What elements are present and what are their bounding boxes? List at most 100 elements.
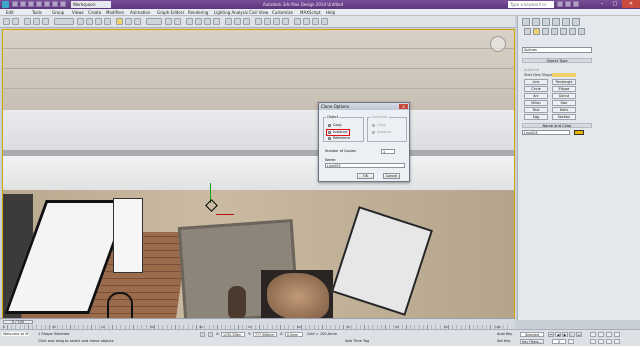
undo-tool-icon[interactable] [3, 18, 10, 25]
menu-animation[interactable]: Animation [130, 9, 150, 16]
window-crossing-icon[interactable] [104, 18, 111, 25]
menu-create[interactable]: Create [88, 9, 101, 16]
reference-radio[interactable] [328, 137, 331, 140]
ellipse-button[interactable]: Ellipse [552, 86, 576, 92]
app-logo-icon[interactable] [2, 1, 9, 8]
selection-filter-dropdown[interactable] [54, 18, 74, 25]
ngon-button[interactable]: NGon [524, 100, 548, 106]
menu-views[interactable]: Views [72, 9, 84, 16]
redo-tool-icon[interactable] [12, 18, 19, 25]
menu-group[interactable]: Group [52, 9, 64, 16]
menu-rendering[interactable]: Rendering [188, 9, 208, 16]
percent-snap-icon[interactable] [204, 18, 211, 25]
graphite-ribbon-icon[interactable] [264, 18, 271, 25]
clone-name-input[interactable]: Line003 [325, 163, 405, 168]
menu-maxscript[interactable]: MAXScript [300, 9, 321, 16]
time-config-icon[interactable] [568, 339, 574, 344]
modify-tab-icon[interactable] [532, 18, 540, 26]
viewcube-icon[interactable] [490, 36, 506, 52]
object-color-swatch[interactable] [574, 130, 584, 135]
zoom-extents-icon[interactable] [606, 332, 612, 337]
shapes-icon[interactable] [533, 28, 540, 35]
donut-button[interactable]: Donut [552, 93, 576, 99]
cancel-button[interactable]: Cancel [383, 173, 400, 179]
y-coordinate-field[interactable]: 777,906mm [253, 332, 277, 337]
star-button[interactable]: Star [552, 100, 576, 106]
menu-help[interactable]: Help [326, 9, 335, 16]
menu-civil-view[interactable]: Civil View [249, 9, 268, 16]
named-selection-icon[interactable] [225, 18, 232, 25]
systems-icon[interactable] [578, 28, 585, 35]
select-object-icon[interactable] [77, 18, 84, 25]
field-of-view-icon[interactable] [590, 339, 596, 344]
display-tab-icon[interactable] [562, 18, 570, 26]
go-to-end-icon[interactable]: ⏭ [576, 332, 582, 337]
rendered-frame-icon[interactable] [312, 18, 319, 25]
autogrid-checkbox[interactable]: AutoGrid [524, 68, 539, 72]
menu-tools[interactable]: Tools [32, 9, 42, 16]
subscription-icon[interactable] [565, 1, 571, 7]
copies-spinner[interactable]: 1 [381, 149, 395, 154]
text-button[interactable]: Text [524, 107, 548, 113]
menu-graph-editors[interactable]: Graph Editors [157, 9, 184, 16]
utilities-tab-icon[interactable] [572, 18, 580, 26]
auto-key-button[interactable]: Auto Key [497, 332, 521, 337]
copy-radio[interactable] [328, 124, 331, 127]
object-type-rollout[interactable]: Object Type [522, 58, 592, 63]
zoom-icon[interactable] [590, 332, 596, 337]
render-setup-icon[interactable] [303, 18, 310, 25]
menu-lighting-analysis[interactable]: Lighting Analysis [214, 9, 248, 16]
time-slider[interactable]: 0 / 100 [3, 320, 33, 324]
bind-spacewarp-icon[interactable] [42, 18, 49, 25]
menu-customize[interactable]: Customize [272, 9, 293, 16]
select-and-rotate-icon[interactable] [125, 18, 132, 25]
schematic-view-icon[interactable] [282, 18, 289, 25]
previous-frame-icon[interactable]: ◀ [555, 332, 561, 337]
go-to-start-icon[interactable]: ⏮ [548, 332, 554, 337]
hierarchy-tab-icon[interactable] [542, 18, 550, 26]
snaps-toggle-icon[interactable] [186, 18, 193, 25]
search-input[interactable]: Type a keyword or phrase [508, 1, 554, 14]
circle-button[interactable]: Circle [524, 86, 548, 92]
close-button[interactable]: ✕ [622, 0, 640, 8]
menu-edit[interactable]: Edit [6, 9, 14, 16]
line-button[interactable]: Line [524, 79, 548, 85]
render-production-icon[interactable] [321, 18, 328, 25]
workspace-dropdown[interactable]: Workspace: Default [71, 1, 111, 14]
add-time-tag[interactable]: Add Time Tag [345, 339, 369, 343]
absolute-mode-icon[interactable] [208, 332, 213, 337]
search-icon[interactable] [557, 1, 563, 7]
zoom-extents-all-icon[interactable] [614, 332, 620, 337]
dialog-close-button[interactable]: x [399, 104, 408, 109]
object-name-input[interactable]: Line003 [522, 130, 570, 135]
cameras-icon[interactable] [551, 28, 558, 35]
spacewarps-icon[interactable] [569, 28, 576, 35]
region-select-icon[interactable] [95, 18, 102, 25]
start-new-shape-checkbox[interactable]: Start New Shape [524, 73, 552, 77]
layer-manager-icon[interactable] [255, 18, 262, 25]
reference-coordinate-dropdown[interactable] [146, 18, 162, 25]
fetch-icon[interactable] [60, 1, 66, 7]
key-filters-button[interactable]: Key Filters... [520, 339, 544, 344]
egg-button[interactable]: Egg [524, 114, 548, 120]
maxscript-listener[interactable]: Welcome to M [2, 332, 30, 336]
mirror-icon[interactable] [234, 18, 241, 25]
rectangle-button[interactable]: Rectangle [552, 79, 576, 85]
manipulate-icon[interactable] [174, 18, 181, 25]
pan-icon[interactable] [598, 339, 604, 344]
unlink-icon[interactable] [33, 18, 40, 25]
create-tab-icon[interactable] [522, 18, 530, 26]
link-icon[interactable] [24, 18, 31, 25]
maximize-viewport-icon[interactable] [614, 339, 620, 344]
gizmo-x-axis[interactable] [216, 214, 234, 215]
new-file-icon[interactable] [12, 1, 18, 7]
motion-tab-icon[interactable] [552, 18, 560, 26]
redo-icon[interactable] [44, 1, 50, 7]
select-and-move-icon[interactable] [116, 18, 123, 25]
key-mode-dropdown[interactable]: Selected [520, 332, 544, 337]
set-key-button[interactable]: Set Key [497, 339, 511, 343]
current-frame-field[interactable]: 0 [552, 339, 566, 344]
hold-icon[interactable] [52, 1, 58, 7]
material-editor-icon[interactable] [294, 18, 301, 25]
x-coordinate-field[interactable]: 1235,326m [221, 332, 245, 337]
